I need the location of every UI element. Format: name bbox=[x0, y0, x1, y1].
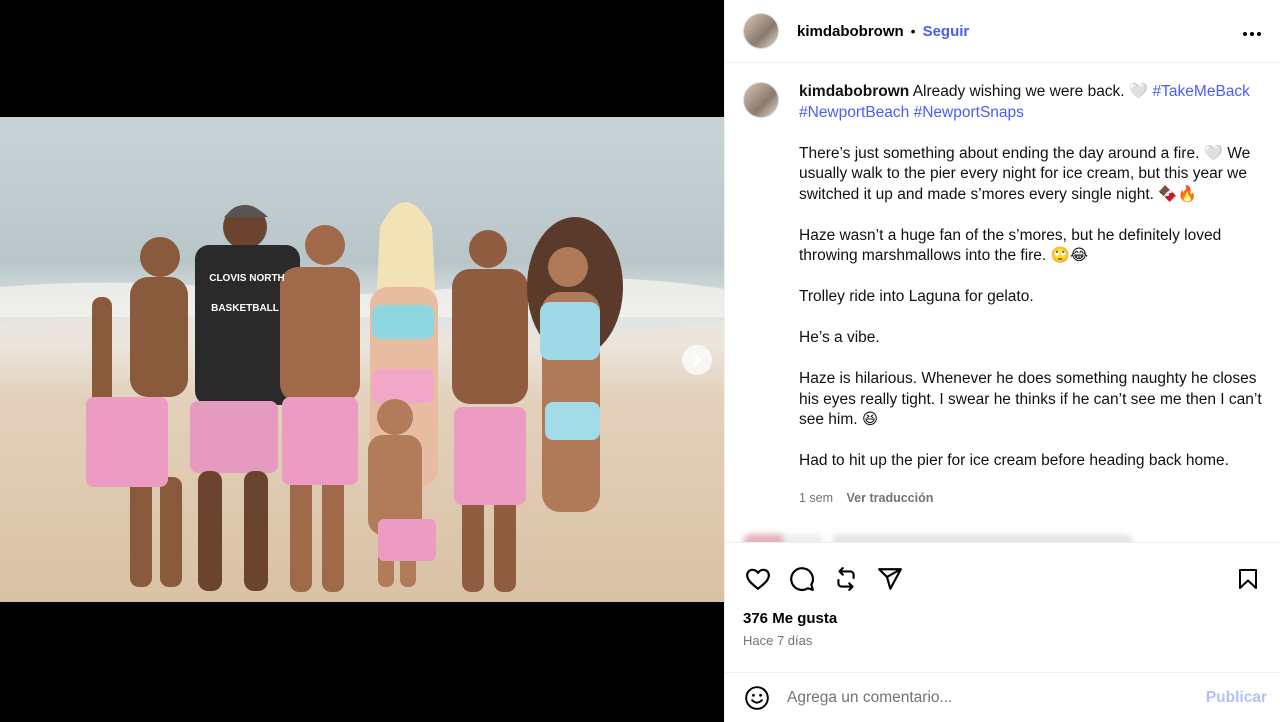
comments-section: kimdabobrown Already wishing we were bac… bbox=[725, 64, 1280, 542]
caption-paragraph: Trolley ride into Laguna for gelato. bbox=[799, 288, 1034, 305]
send-button[interactable] bbox=[875, 564, 905, 594]
heart-icon bbox=[746, 568, 770, 590]
chevron-right-icon bbox=[694, 354, 701, 366]
likes-count[interactable]: 376 Me gusta bbox=[743, 610, 1263, 627]
caption-paragraph: Had to hit up the pier for ice cream bef… bbox=[799, 452, 1229, 469]
more-options-button[interactable] bbox=[1242, 20, 1262, 43]
blurred-comment bbox=[743, 534, 1133, 542]
caption-paragraph: He’s a vibe. bbox=[799, 329, 880, 346]
emoji-icon bbox=[745, 685, 769, 710]
caption-text: kimdabobrown Already wishing we were bac… bbox=[799, 82, 1263, 508]
comment-input[interactable] bbox=[787, 688, 1206, 707]
hashtag[interactable]: #NewportSnaps bbox=[914, 104, 1024, 121]
like-button[interactable] bbox=[743, 564, 773, 594]
caption: kimdabobrown Already wishing we were bac… bbox=[743, 82, 1263, 508]
shirt-text-line1: CLOVIS NORTH bbox=[209, 273, 285, 284]
caption-paragraph: Haze wasn’t a huge fan of the s’mores, b… bbox=[799, 226, 1222, 265]
send-icon bbox=[878, 568, 902, 590]
action-bar: 376 Me gusta Hace 7 días bbox=[725, 542, 1280, 672]
comment-button[interactable] bbox=[787, 564, 817, 594]
bookmark-icon bbox=[1239, 569, 1257, 589]
caption-username[interactable]: kimdabobrown bbox=[799, 83, 909, 100]
beach-family-photo: CLOVIS NORTH BASKETBALL bbox=[0, 202, 724, 592]
shirt-text-line2: BASKETBALL bbox=[211, 303, 279, 314]
follow-button[interactable]: Seguir bbox=[923, 23, 970, 40]
caption-meta: 1 sem Ver traducción bbox=[799, 488, 1263, 509]
publish-button[interactable]: Publicar bbox=[1206, 689, 1267, 707]
translate-button[interactable]: Ver traducción bbox=[847, 491, 934, 505]
next-slide-button[interactable] bbox=[682, 345, 712, 375]
post-time: Hace 7 días bbox=[743, 633, 813, 648]
add-comment-bar: Publicar bbox=[725, 672, 1280, 722]
caption-age: 1 sem bbox=[799, 490, 834, 505]
caption-first-line: Already wishing we were back. 🤍 bbox=[912, 83, 1149, 100]
caption-paragraph: There’s just something about ending the … bbox=[799, 144, 1251, 203]
header-separator: • bbox=[910, 23, 916, 39]
caption-avatar[interactable] bbox=[743, 82, 779, 118]
caption-paragraph: Haze is hilarious. Whenever he does some… bbox=[799, 370, 1262, 428]
share-icon bbox=[837, 567, 855, 591]
post-header: kimdabobrown • Seguir bbox=[725, 0, 1280, 63]
post-media: CLOVIS NORTH BASKETBALL bbox=[0, 0, 724, 722]
comment-icon bbox=[790, 567, 814, 591]
hashtag[interactable]: #NewportBeach bbox=[799, 104, 909, 121]
author-avatar[interactable] bbox=[743, 13, 779, 49]
save-button[interactable] bbox=[1233, 564, 1263, 594]
post-photo[interactable]: CLOVIS NORTH BASKETBALL bbox=[0, 117, 724, 602]
more-icon bbox=[1243, 31, 1261, 36]
emoji-button[interactable] bbox=[743, 684, 771, 712]
author-username[interactable]: kimdabobrown bbox=[797, 23, 904, 40]
action-icons bbox=[743, 563, 1263, 595]
hashtag[interactable]: #TakeMeBack bbox=[1153, 83, 1250, 100]
repost-button[interactable] bbox=[831, 564, 861, 594]
post-side-panel: kimdabobrown • Seguir kimdabobrown Alrea… bbox=[724, 0, 1280, 722]
